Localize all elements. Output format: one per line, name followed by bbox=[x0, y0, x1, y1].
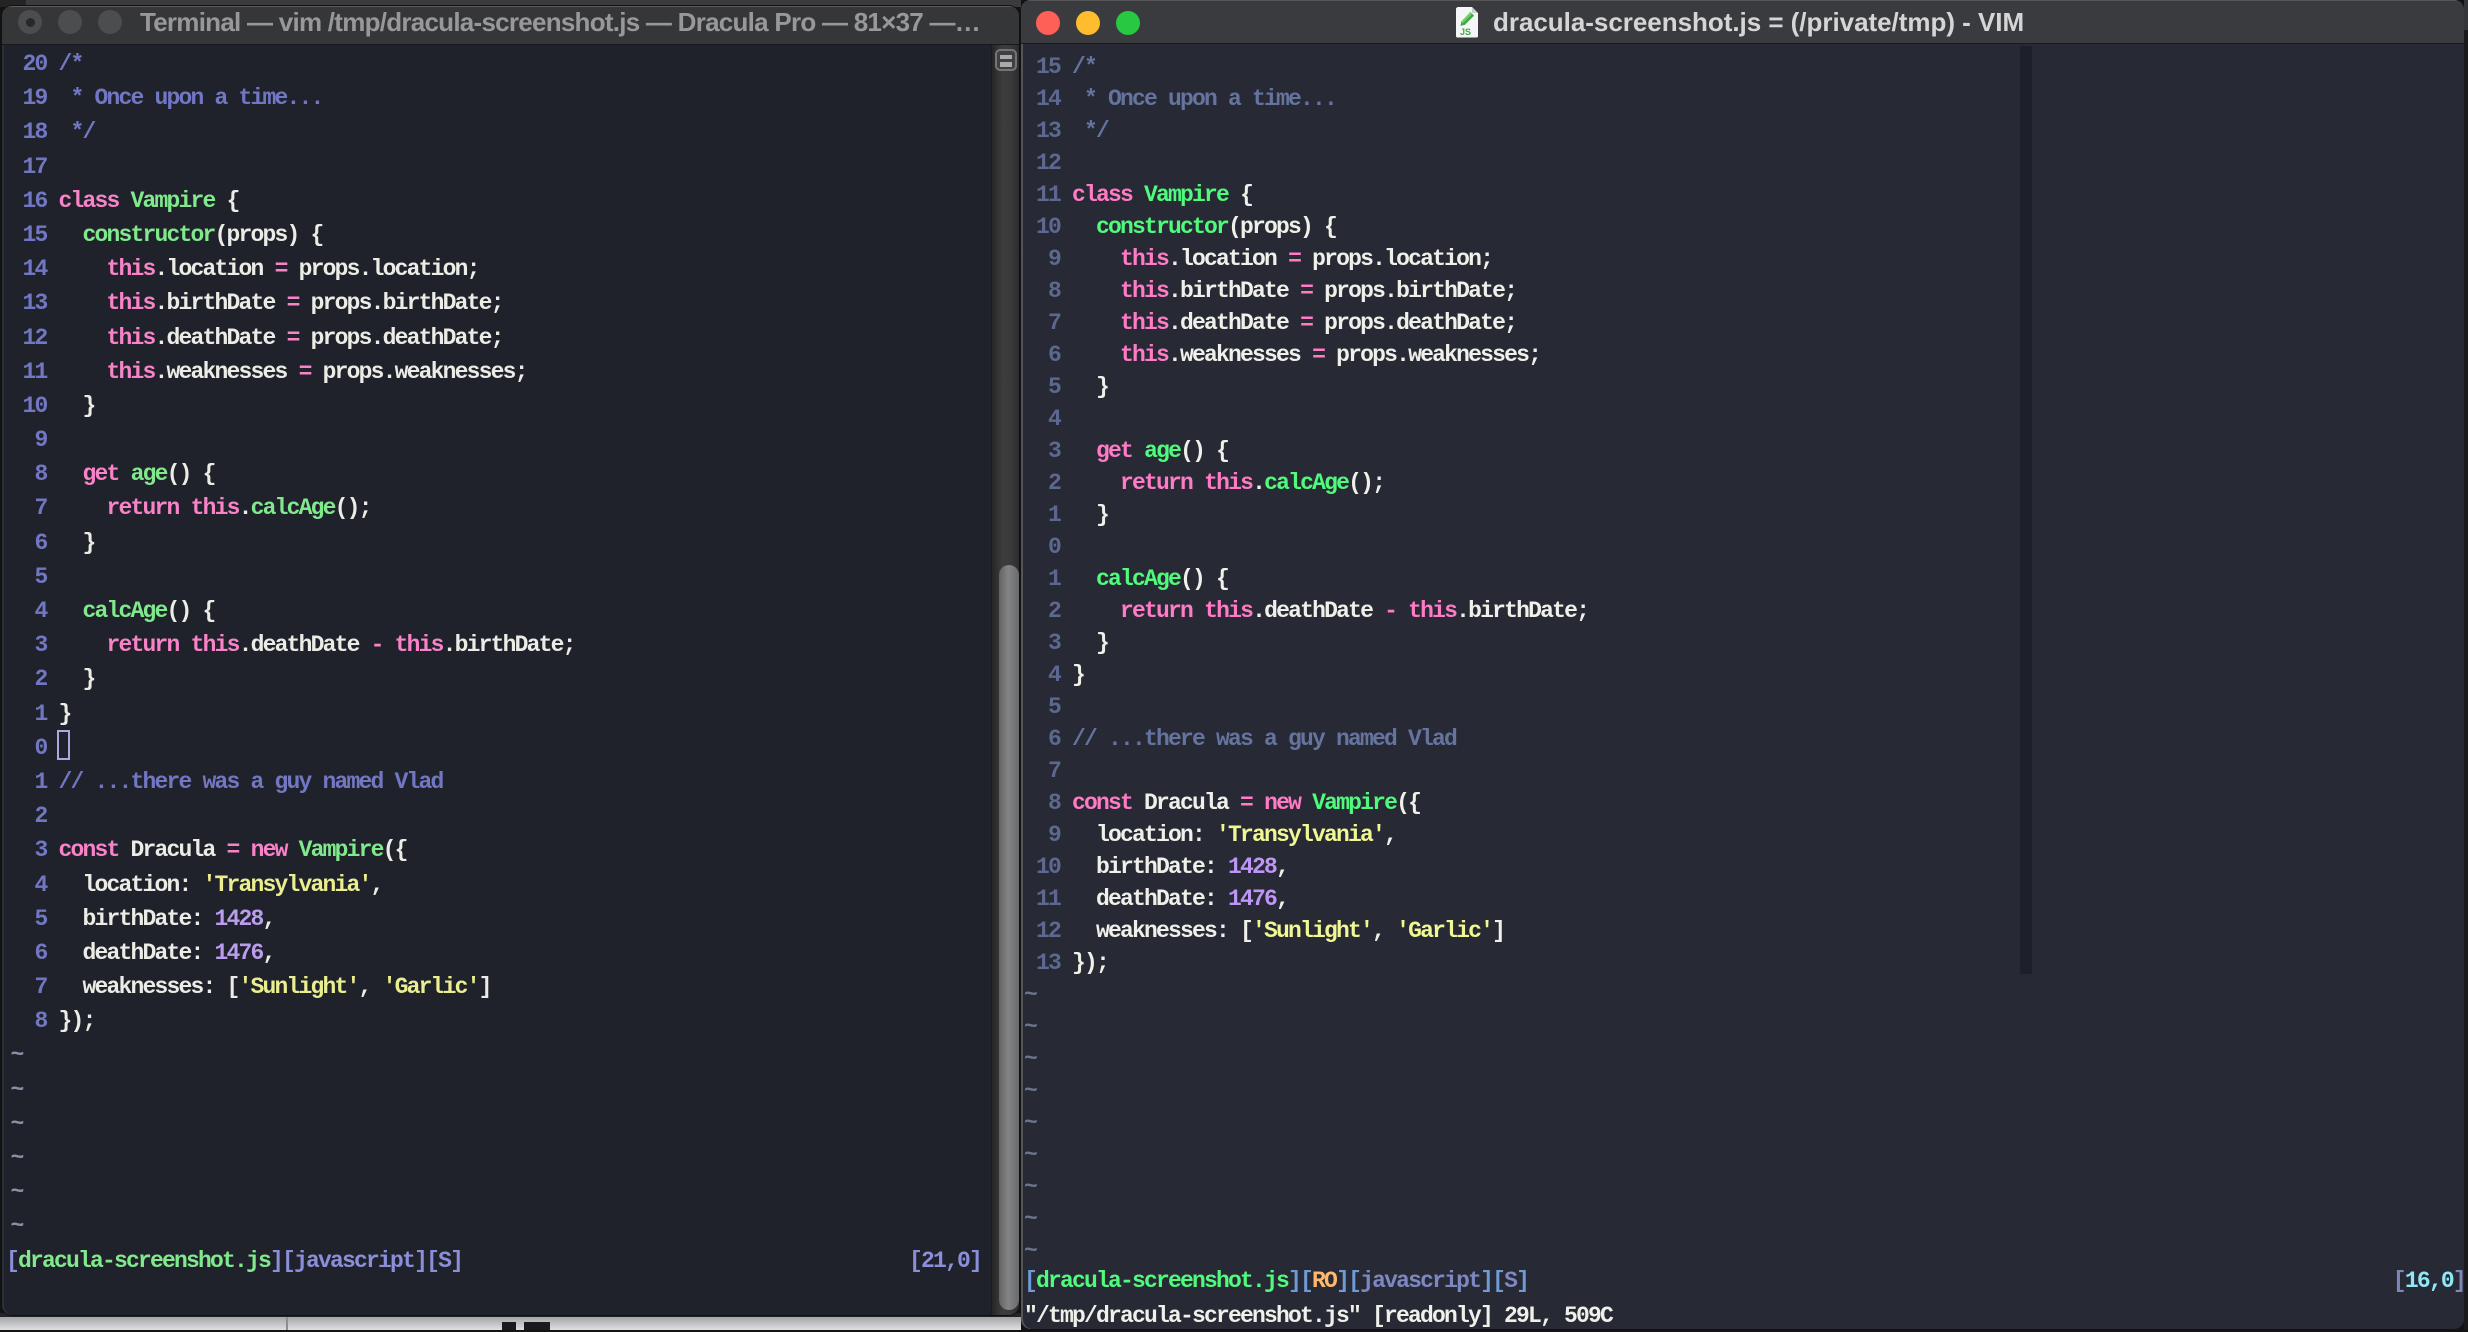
svg-text:JS: JS bbox=[1460, 27, 1471, 37]
